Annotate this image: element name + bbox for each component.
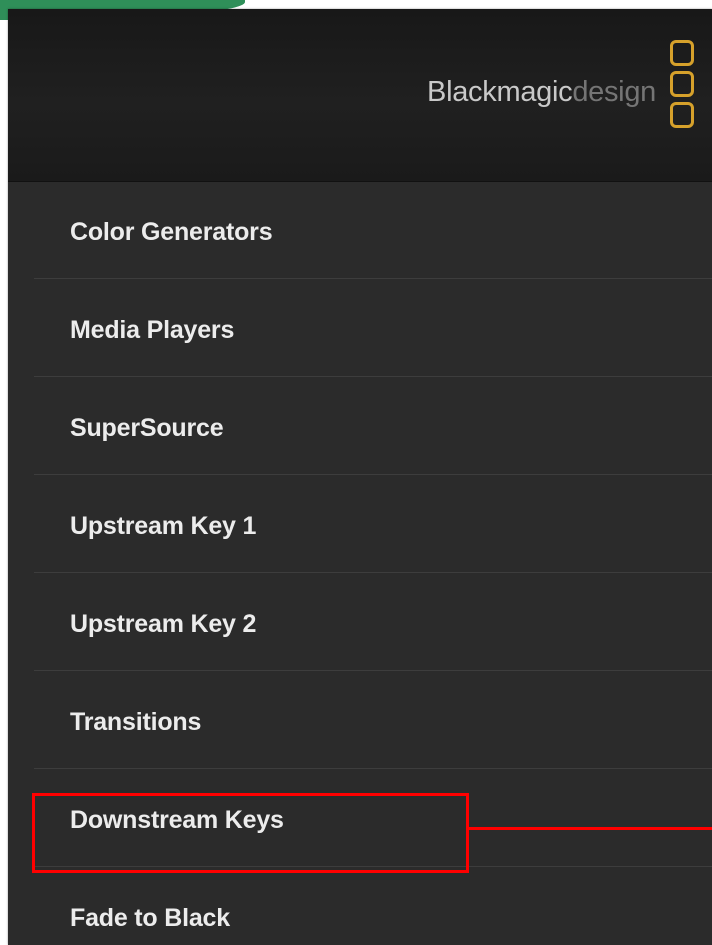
menu-item-label: Upstream Key 2 bbox=[70, 610, 257, 638]
menu-item-label: SuperSource bbox=[70, 414, 224, 442]
settings-menu: Color Generators Media Players SuperSour… bbox=[8, 181, 712, 945]
panel-header: Blackmagicdesign bbox=[8, 9, 712, 182]
menu-item-label: Downstream Keys bbox=[70, 806, 284, 834]
blackmagic-logo-icon bbox=[670, 40, 696, 140]
menu-item-upstream-key-1[interactable]: Upstream Key 1 bbox=[8, 475, 712, 573]
menu-item-media-players[interactable]: Media Players bbox=[8, 279, 712, 377]
brand-name-main: Blackmagic bbox=[427, 76, 573, 108]
menu-item-downstream-keys[interactable]: Downstream Keys bbox=[8, 769, 712, 867]
menu-item-upstream-key-2[interactable]: Upstream Key 2 bbox=[8, 573, 712, 671]
menu-item-label: Fade to Black bbox=[70, 904, 230, 932]
menu-item-supersource[interactable]: SuperSource bbox=[8, 377, 712, 475]
slide-canvas: Blackmagicdesign Color Generators Media … bbox=[0, 0, 712, 945]
menu-item-label: Media Players bbox=[70, 316, 235, 344]
settings-panel: Blackmagicdesign Color Generators Media … bbox=[8, 9, 712, 945]
logo-square-top bbox=[670, 40, 694, 66]
menu-item-label: Transitions bbox=[70, 708, 202, 736]
brand-wordmark: Blackmagicdesign bbox=[427, 76, 656, 109]
menu-item-fade-to-black[interactable]: Fade to Black bbox=[8, 867, 712, 945]
logo-square-middle bbox=[670, 71, 694, 97]
logo-square-bottom bbox=[670, 102, 694, 128]
menu-item-transitions[interactable]: Transitions bbox=[8, 671, 712, 769]
menu-item-label: Color Generators bbox=[70, 218, 273, 246]
menu-item-color-generators[interactable]: Color Generators bbox=[8, 181, 712, 279]
menu-item-label: Upstream Key 1 bbox=[70, 512, 257, 540]
brand-name-sub: design bbox=[572, 76, 656, 108]
